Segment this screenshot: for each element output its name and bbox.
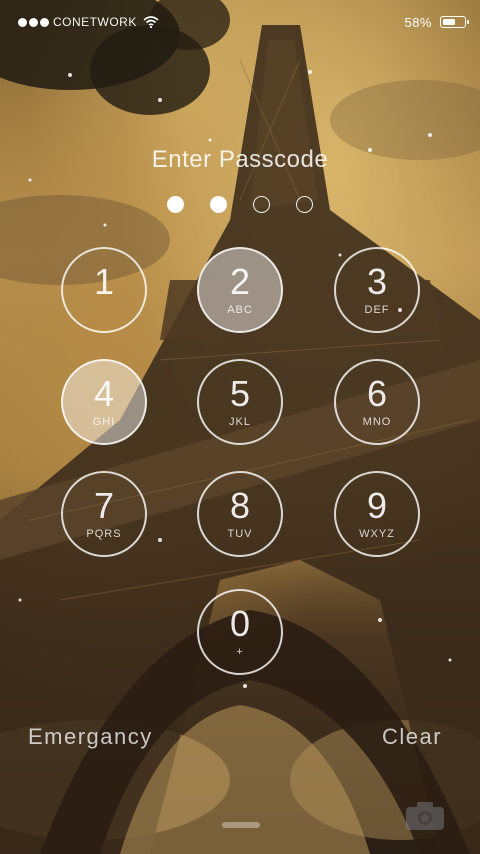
key-digit: 1 [93, 261, 115, 302]
key-1[interactable]: 1 [61, 247, 147, 333]
key-letters: PQRS [86, 528, 122, 540]
passcode-dot [167, 196, 184, 213]
key-letters: ABC [227, 304, 253, 316]
key-digit: 0 [229, 603, 251, 644]
camera-icon[interactable] [404, 800, 446, 832]
key-digit: 2 [229, 261, 251, 302]
battery-level-fill [443, 19, 455, 25]
key-digit: 5 [229, 373, 251, 414]
key-0[interactable]: 0 + [197, 589, 283, 675]
key-8[interactable]: 8 TUV [197, 471, 283, 557]
key-letters: DEF [364, 304, 390, 316]
signal-dots-icon [18, 17, 49, 27]
battery-percent: 58% [404, 14, 432, 30]
key-digit: 7 [93, 485, 115, 526]
key-5[interactable]: 5 JKL [197, 359, 283, 445]
passcode-dots [0, 196, 480, 213]
key-6[interactable]: 6 MNO [334, 359, 420, 445]
key-digit: 4 [93, 373, 115, 414]
key-digit: 3 [366, 261, 388, 302]
key-4[interactable]: 4 GHI [61, 359, 147, 445]
key-letters: + [236, 646, 244, 658]
status-bar: CONETWORK 58% [0, 0, 480, 44]
passcode-title: Enter Passcode [151, 146, 329, 173]
passcode-dot [210, 196, 227, 213]
key-letters: MNO [362, 416, 392, 428]
carrier-name: CONETWORK [53, 15, 137, 29]
passcode-dot [296, 196, 313, 213]
key-digit: 8 [229, 485, 251, 526]
key-7[interactable]: 7 PQRS [61, 471, 147, 557]
clear-button[interactable]: Clear [382, 724, 442, 750]
key-2[interactable]: 2 ABC [197, 247, 283, 333]
wifi-icon [143, 16, 159, 28]
key-letters: GHI [92, 416, 116, 428]
key-9[interactable]: 9 WXYZ [334, 471, 420, 557]
key-letters: TUV [227, 528, 253, 540]
key-letters: JKL [229, 416, 251, 428]
key-3[interactable]: 3 DEF [334, 247, 420, 333]
key-digit: 6 [366, 373, 388, 414]
home-indicator[interactable] [222, 822, 260, 828]
key-digit: 9 [366, 485, 388, 526]
passcode-dot [253, 196, 270, 213]
emergency-button[interactable]: Emergancy [28, 724, 153, 750]
battery-icon [440, 16, 469, 28]
key-letters: WXYZ [359, 528, 395, 540]
